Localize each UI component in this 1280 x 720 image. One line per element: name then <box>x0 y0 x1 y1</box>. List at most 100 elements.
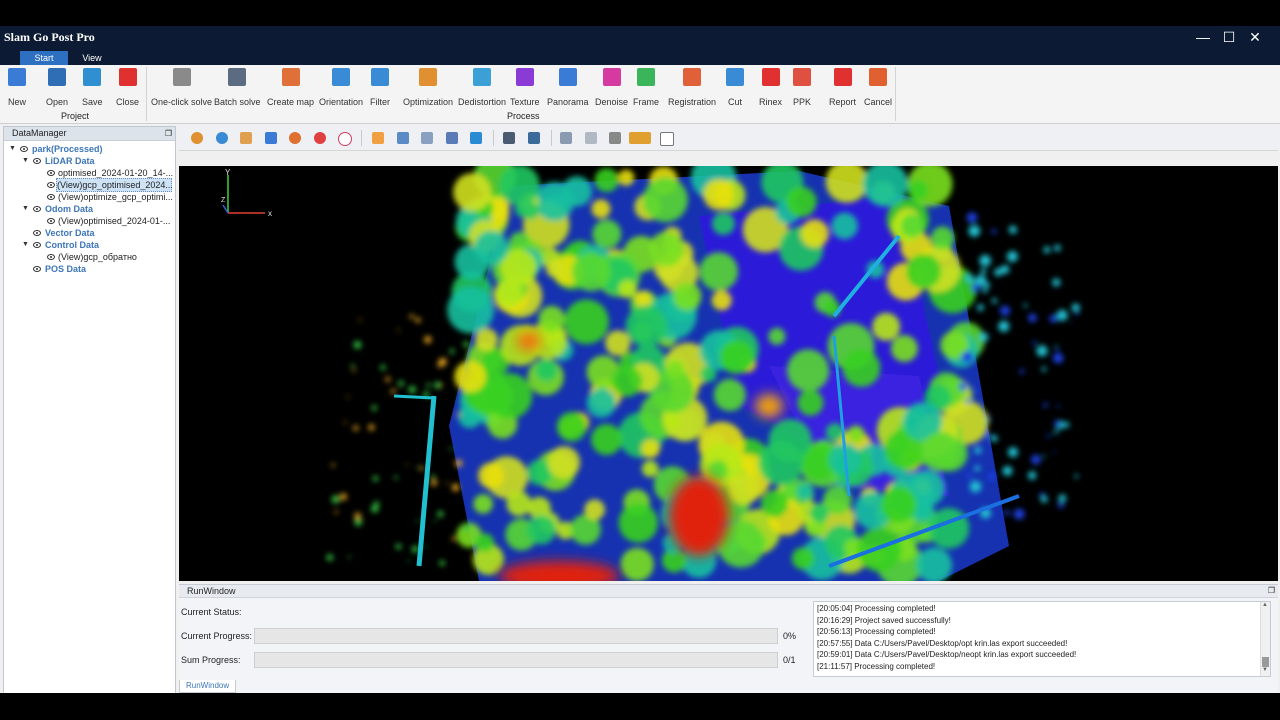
profile-icon[interactable] <box>470 132 482 144</box>
tab-view[interactable]: View <box>70 51 114 65</box>
orbit-icon[interactable] <box>314 132 326 144</box>
one-click-solve-button[interactable]: One-click solve <box>151 68 212 107</box>
cancel-button[interactable]: Cancel <box>864 68 892 107</box>
collapse-toggle[interactable]: ▼ <box>22 205 29 212</box>
registration-button[interactable]: Registration <box>668 68 716 107</box>
collapse-toggle[interactable]: ▼ <box>22 157 29 164</box>
optimization-button[interactable]: Optimization <box>403 68 453 107</box>
zoom-in-icon[interactable] <box>191 132 203 144</box>
scatter-point <box>354 512 361 520</box>
tree-pos-data[interactable]: POS Data <box>45 263 86 275</box>
tree-item-lidar-3[interactable]: (View)optimize_gcp_optimi... <box>58 191 173 203</box>
visibility-eye-icon[interactable] <box>33 266 41 272</box>
tree-item-odom-1[interactable]: (View)optimised_2024-01-... <box>58 215 170 227</box>
point-cloud-canvas[interactable]: Y x Z <box>179 166 1278 581</box>
scatter-point <box>1074 474 1079 479</box>
fit-view-icon[interactable] <box>265 132 277 144</box>
box-select-icon[interactable] <box>528 132 540 144</box>
visibility-eye-icon[interactable] <box>47 170 55 176</box>
view-2d-icon[interactable] <box>338 132 352 146</box>
current-status-label: Current Status: <box>181 607 242 617</box>
measure-distance-icon[interactable] <box>397 132 409 144</box>
visibility-eye-icon[interactable] <box>47 182 55 188</box>
tree-blob <box>727 473 760 505</box>
report-button[interactable]: Report <box>829 68 856 107</box>
visibility-eye-icon[interactable] <box>33 206 41 212</box>
visibility-eye-icon[interactable] <box>33 242 41 248</box>
tree-blob <box>787 349 830 392</box>
scatter-point <box>394 475 398 480</box>
log-line: [20:05:04] Processing completed! <box>817 604 936 613</box>
tree-odom-data[interactable]: Odom Data <box>45 203 93 215</box>
tree-blob <box>499 166 540 206</box>
tree-vector-data[interactable]: Vector Data <box>45 227 95 239</box>
button-label: New <box>8 97 27 107</box>
close-window-button[interactable]: ✕ <box>1242 26 1268 48</box>
scroll-down-icon[interactable]: ▼ <box>1262 667 1268 673</box>
cut-button[interactable]: Cut <box>726 68 744 107</box>
scatter-point <box>971 283 981 292</box>
log-scrollbar[interactable]: ▲ ▼ <box>1260 602 1270 676</box>
create-map-button[interactable]: Create map <box>267 68 314 107</box>
scatter-point <box>1031 454 1041 465</box>
tree-root[interactable]: park(Processed) <box>32 143 103 155</box>
tree-item-control-1[interactable]: (View)gcp_обратно <box>58 251 137 263</box>
group-label-project: Project <box>61 111 90 121</box>
zoom-out-icon[interactable] <box>216 132 228 144</box>
point-pick-icon[interactable] <box>372 132 384 144</box>
settings-panel-icon[interactable] <box>660 132 674 146</box>
log-output[interactable]: [20:05:04] Processing completed! [20:16:2… <box>813 601 1271 677</box>
clip-icon[interactable] <box>503 132 515 144</box>
measure-area-icon[interactable] <box>421 132 433 144</box>
panorama-button[interactable]: Panorama <box>547 68 589 107</box>
float-panel-icon[interactable]: ❐ <box>165 127 172 140</box>
batch-solve-button[interactable]: Batch solve <box>214 68 261 107</box>
ppk-button[interactable]: PPK <box>793 68 811 107</box>
texture-button[interactable]: Texture <box>510 68 540 107</box>
measure-angle-icon[interactable] <box>446 132 458 144</box>
visibility-eye-icon[interactable] <box>33 158 41 164</box>
visibility-eye-icon[interactable] <box>47 218 55 224</box>
dedistortion-button[interactable]: Dedistortion <box>458 68 506 107</box>
tree-blob <box>474 230 509 265</box>
maximize-button[interactable]: ☐ <box>1216 26 1242 48</box>
tree-control-data[interactable]: Control Data <box>45 239 99 251</box>
button-label: Optimization <box>403 97 454 107</box>
screenshot-icon[interactable] <box>560 132 572 144</box>
filter-button[interactable]: Filter <box>370 68 390 107</box>
point-cloud-viewport[interactable]: Y x Z <box>179 166 1278 581</box>
frame-button[interactable]: Frame <box>633 68 659 107</box>
visibility-eye-icon[interactable] <box>47 194 55 200</box>
collapse-toggle[interactable]: ▼ <box>9 145 16 152</box>
orientation-button[interactable]: Orientation <box>319 68 363 107</box>
collapse-toggle[interactable]: ▼ <box>22 241 29 248</box>
denoise-button[interactable]: Denoise <box>595 68 628 107</box>
scroll-thumb[interactable] <box>1262 657 1269 667</box>
minimize-button[interactable]: — <box>1190 26 1216 48</box>
new-button[interactable]: New <box>8 68 26 107</box>
save-button[interactable]: Save <box>82 68 103 107</box>
visibility-eye-icon[interactable] <box>20 146 28 152</box>
rotate-icon[interactable] <box>289 132 301 144</box>
rinex-button[interactable]: Rinex <box>759 68 782 107</box>
tree-blob <box>809 503 830 523</box>
print-icon[interactable] <box>585 132 597 144</box>
scatter-point <box>959 382 968 391</box>
scroll-up-icon[interactable]: ▲ <box>1262 602 1268 608</box>
scatter-point <box>968 225 981 237</box>
visibility-eye-icon[interactable] <box>47 254 55 260</box>
tree-lidar-data[interactable]: LiDAR Data <box>45 155 95 167</box>
pan-hand-icon[interactable] <box>240 132 252 144</box>
tree-blob <box>594 168 619 193</box>
tab-start[interactable]: Start <box>20 51 68 65</box>
point-size-icon[interactable] <box>629 132 651 144</box>
tab-run-window[interactable]: RunWindow <box>179 680 237 693</box>
scatter-point <box>1049 314 1058 323</box>
visibility-eye-icon[interactable] <box>33 230 41 236</box>
scatter-point <box>353 341 362 349</box>
tree-item-lidar-2-selected[interactable]: (View)gcp_optimised_2024... <box>56 178 173 192</box>
open-button[interactable]: Open <box>46 68 68 107</box>
float-panel-icon[interactable]: ❐ <box>1268 585 1275 597</box>
coordinate-icon[interactable] <box>609 132 621 144</box>
close-button[interactable]: Close <box>116 68 139 107</box>
